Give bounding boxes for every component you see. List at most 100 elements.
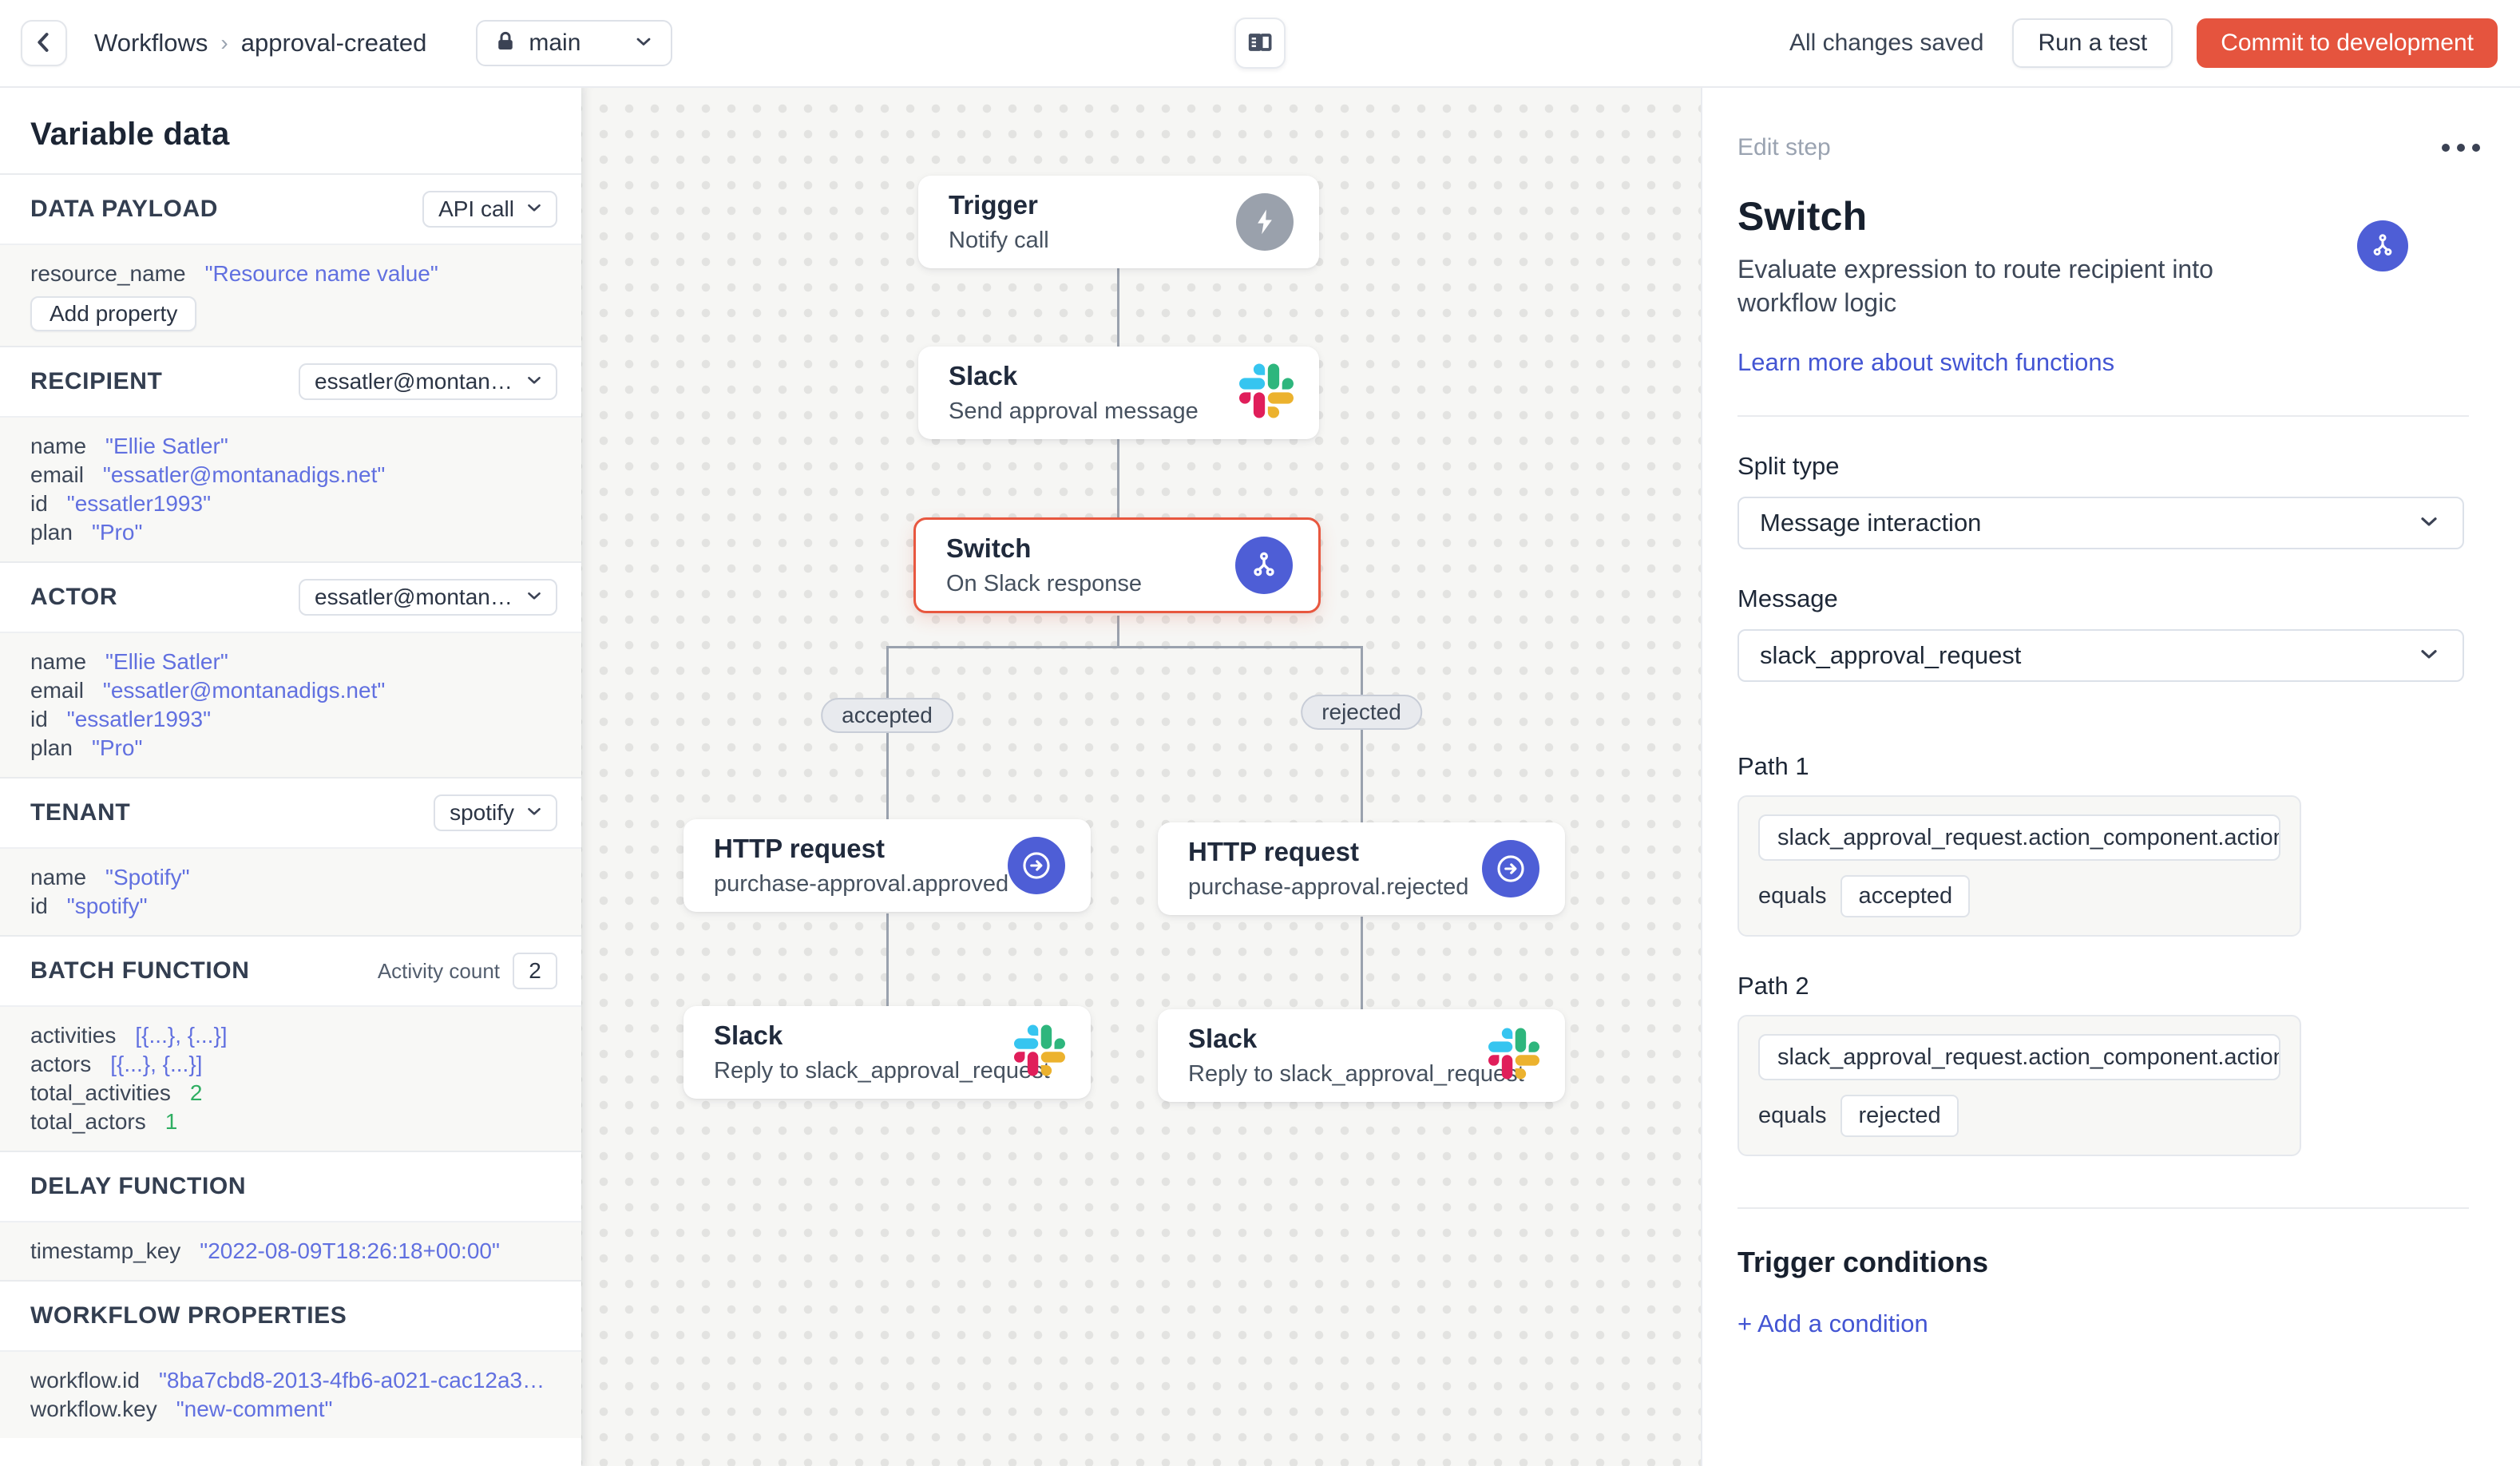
path-2-condition: slack_approval_request.action_component.… (1737, 1015, 2301, 1156)
path-2-expression-input[interactable]: slack_approval_request.action_component.… (1758, 1034, 2280, 1080)
section-title: ACTOR (30, 584, 117, 611)
variable-data-title: Variable data (0, 88, 581, 175)
node-switch[interactable]: Switch On Slack response (913, 517, 1321, 613)
section-recipient: RECIPIENT essatler@montanadigs... name"E… (0, 347, 581, 563)
section-batch-function: BATCH FUNCTION Activity count 2 activiti… (0, 937, 581, 1152)
workflow-canvas[interactable]: Trigger Notify call Slack Send approval … (581, 88, 1701, 1466)
divider (1737, 1207, 2469, 1209)
panel-layout-icon (1244, 26, 1276, 61)
connector-line (1361, 646, 1363, 695)
learn-more-link[interactable]: Learn more about switch functions (1737, 348, 2114, 377)
batch-row: activities[{...}, {...}] (30, 1021, 551, 1050)
section-title: BATCH FUNCTION (30, 957, 249, 985)
section-delay-function: DELAY FUNCTION timestamp_key"2022-08-09T… (0, 1152, 581, 1282)
path-1-label: Path 1 (1737, 752, 2485, 781)
activity-count-label: Activity count (378, 959, 500, 984)
tenant-select[interactable]: spotify (434, 794, 557, 831)
connector-line (886, 646, 1363, 648)
breadcrumb: Workflows › approval-created (94, 29, 426, 57)
recipient-row: name"Ellie Satler" (30, 432, 551, 461)
connector-line (886, 913, 889, 1006)
actor-row: name"Ellie Satler" (30, 648, 551, 676)
workflow-prop-row: workflow.id"8ba7cbd8-2013-4fb6-a021-cac1… (30, 1366, 551, 1395)
chevron-down-icon (2416, 509, 2442, 538)
connector-line (1117, 616, 1119, 648)
node-http-request-approved[interactable]: HTTP request purchase-approval.approved (683, 819, 1091, 912)
delay-row: timestamp_key"2022-08-09T18:26:18+00:00" (30, 1237, 551, 1266)
connector-line (1117, 439, 1119, 517)
lightning-bolt-icon (1236, 193, 1294, 251)
path-1-value-input[interactable]: accepted (1840, 875, 1970, 917)
slack-logo-icon (1014, 1025, 1065, 1080)
node-slack-reply-accepted[interactable]: Slack Reply to slack_approval_request (683, 1006, 1091, 1099)
arrow-right-circle-icon (1008, 837, 1065, 894)
recipient-row: plan"Pro" (30, 518, 551, 547)
path-2-label: Path 2 (1737, 972, 2485, 1000)
toggle-side-panel-button[interactable] (1234, 18, 1286, 69)
breadcrumb-current-page: approval-created (241, 29, 427, 57)
run-test-button[interactable]: Run a test (2012, 18, 2173, 68)
actor-row: email"essatler@montanadigs.net" (30, 676, 551, 705)
add-property-button[interactable]: Add property (30, 296, 196, 331)
more-options-icon[interactable] (2437, 139, 2485, 157)
section-title: TENANT (30, 799, 130, 826)
divider (1737, 415, 2469, 417)
section-title: DATA PAYLOAD (30, 196, 218, 223)
chevron-left-icon (30, 29, 57, 58)
tenant-row: name"Spotify" (30, 863, 551, 892)
node-http-request-rejected[interactable]: HTTP request purchase-approval.rejected (1158, 822, 1565, 915)
data-payload-select[interactable]: API call (422, 191, 557, 228)
path-1-expression-input[interactable]: slack_approval_request.action_component.… (1758, 814, 2280, 861)
edit-step-panel: Edit step Switch Evaluate expression to … (1701, 88, 2520, 1466)
branch-split-icon (1235, 537, 1293, 594)
recipient-row: id"essatler1993" (30, 489, 551, 518)
path-1-condition: slack_approval_request.action_component.… (1737, 795, 2301, 937)
back-button[interactable] (21, 20, 67, 66)
chevron-down-icon (524, 801, 545, 826)
path-2-operator: equals (1758, 1103, 1826, 1129)
branch-label-rejected[interactable]: rejected (1301, 695, 1422, 730)
recipient-select[interactable]: essatler@montanadigs... (299, 363, 557, 400)
branch-split-icon (2357, 220, 2408, 271)
chevron-down-icon (524, 585, 545, 610)
node-slack-send[interactable]: Slack Send approval message (918, 347, 1319, 439)
branch-label-accepted[interactable]: accepted (821, 698, 953, 733)
connector-line (1117, 268, 1119, 347)
tenant-row: id"spotify" (30, 892, 551, 921)
section-workflow-properties: WORKFLOW PROPERTIES workflow.id"8ba7cbd8… (0, 1282, 581, 1438)
split-type-select[interactable]: Message interaction (1737, 497, 2464, 549)
breadcrumb-workflows[interactable]: Workflows (94, 29, 208, 57)
chevron-down-icon (632, 30, 655, 57)
edit-step-label: Edit step (1737, 134, 1831, 161)
batch-row: total_actors1 (30, 1107, 551, 1136)
branch-selector[interactable]: main (476, 20, 672, 66)
batch-row: total_activities2 (30, 1079, 551, 1107)
add-condition-link[interactable]: + Add a condition (1737, 1309, 1928, 1338)
chevron-down-icon (524, 370, 545, 394)
section-actor: ACTOR essatler@montanadigs... name"Ellie… (0, 563, 581, 779)
top-bar-left: Workflows › approval-created main (0, 20, 672, 66)
payload-row: resource_name "Resource name value" (30, 260, 551, 288)
section-tenant: TENANT spotify name"Spotify" id"spotify" (0, 779, 581, 937)
connector-line (886, 733, 889, 819)
section-title: DELAY FUNCTION (30, 1173, 246, 1200)
path-2-value-input[interactable]: rejected (1840, 1095, 1958, 1137)
section-data-payload: DATA PAYLOAD API call resource_name "Res… (0, 175, 581, 347)
node-slack-reply-rejected[interactable]: Slack Reply to slack_approval_request (1158, 1009, 1565, 1102)
actor-select[interactable]: essatler@montanadigs... (299, 579, 557, 616)
recipient-row: email"essatler@montanadigs.net" (30, 461, 551, 489)
path-1-operator: equals (1758, 883, 1826, 909)
step-description: Evaluate expression to route recipient i… (1737, 252, 2249, 319)
top-bar-right: All changes saved Run a test Commit to d… (1789, 18, 2520, 68)
node-trigger[interactable]: Trigger Notify call (918, 176, 1319, 268)
slack-logo-icon (1488, 1028, 1539, 1084)
message-select[interactable]: slack_approval_request (1737, 629, 2464, 682)
activity-count-input[interactable]: 2 (513, 953, 557, 989)
connector-line (1361, 917, 1363, 1009)
commit-to-development-button[interactable]: Commit to development (2197, 18, 2498, 68)
section-title: WORKFLOW PROPERTIES (30, 1302, 347, 1329)
lock-icon (493, 30, 517, 57)
arrow-right-circle-icon (1482, 840, 1539, 897)
connector-line (1361, 730, 1363, 822)
branch-selector-value: main (529, 30, 621, 57)
